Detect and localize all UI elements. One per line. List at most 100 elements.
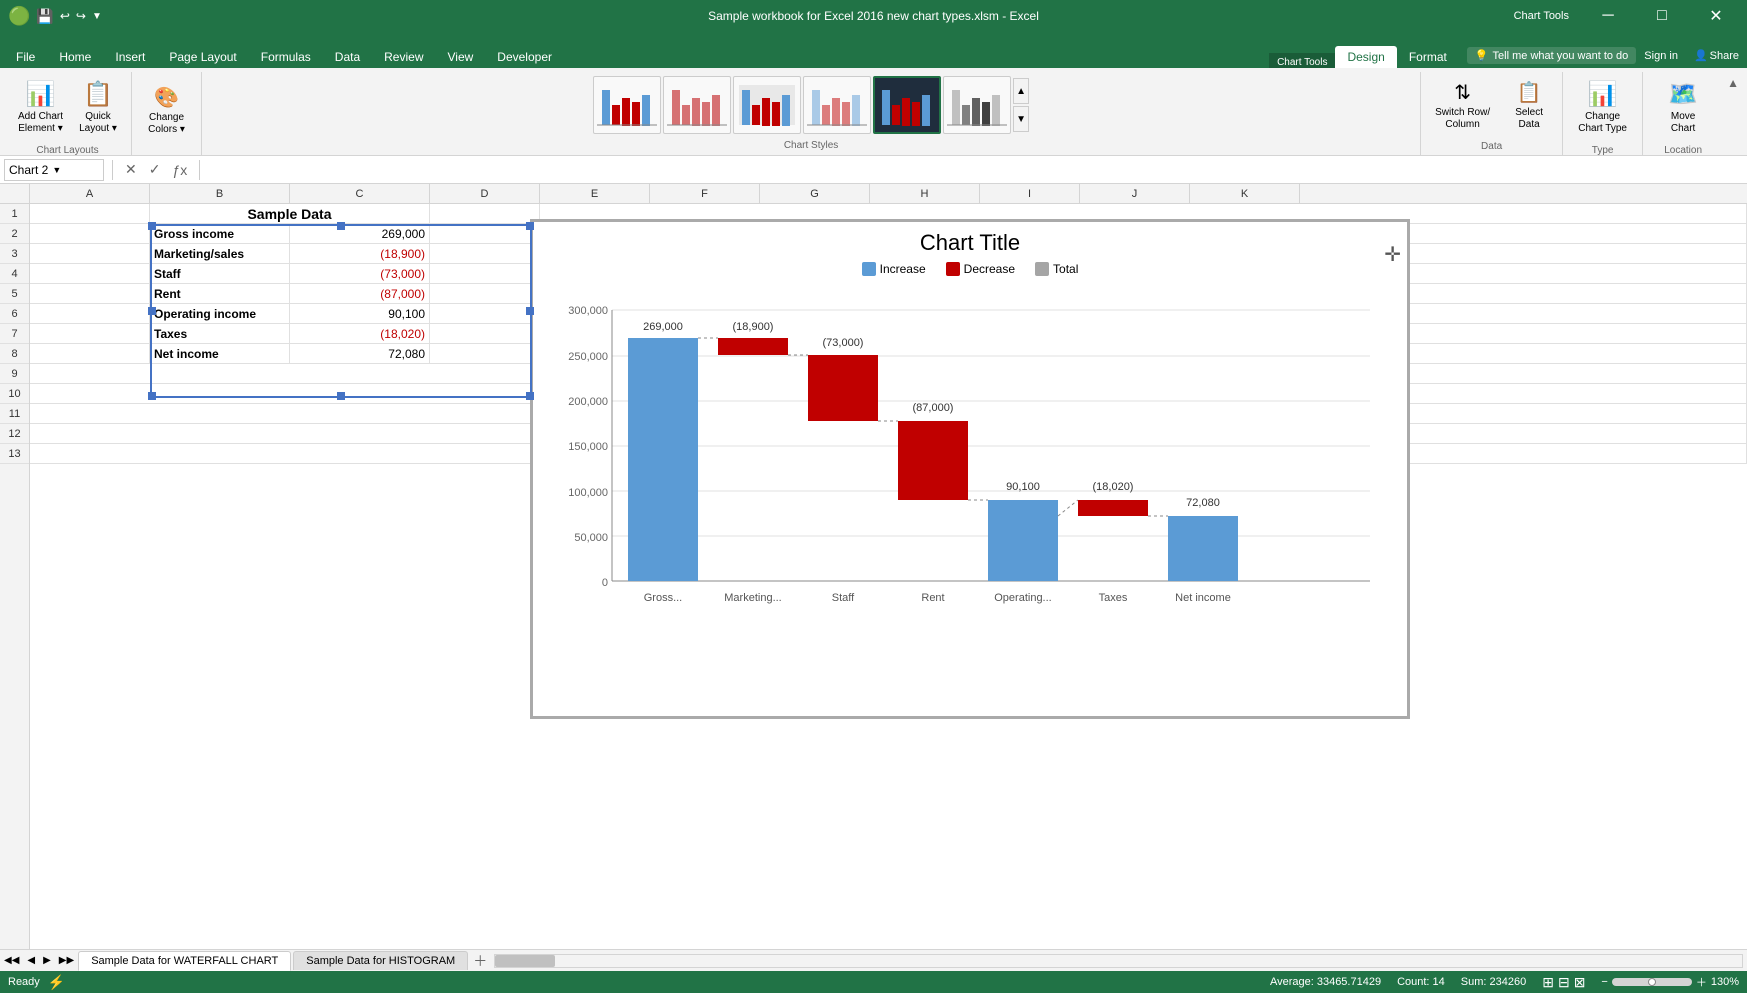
- col-header-f[interactable]: F: [650, 184, 760, 203]
- cancel-formula-icon[interactable]: ✕: [121, 161, 141, 178]
- tab-home[interactable]: Home: [47, 46, 103, 68]
- chart-style-1[interactable]: [593, 76, 661, 134]
- cell-a6[interactable]: [30, 304, 150, 323]
- page-break-view-btn[interactable]: ⊠: [1574, 974, 1586, 991]
- tell-me-box[interactable]: 💡 Tell me what you want to do: [1467, 47, 1636, 64]
- tab-nav-next[interactable]: ▶: [39, 955, 55, 966]
- chart-style-6[interactable]: [943, 76, 1011, 134]
- change-chart-type-button[interactable]: 📊 ChangeChart Type: [1572, 76, 1633, 139]
- scrollbar-thumb[interactable]: [495, 955, 555, 967]
- cell-c5[interactable]: (87,000): [290, 284, 430, 303]
- sheet-tab-histogram[interactable]: Sample Data for HISTOGRAM: [293, 951, 468, 970]
- cell-c8[interactable]: 72,080: [290, 344, 430, 363]
- tab-format[interactable]: Format: [1397, 46, 1459, 68]
- formula-input[interactable]: [208, 159, 1743, 181]
- zoom-slider[interactable]: [1612, 978, 1692, 986]
- cell-a1[interactable]: [30, 204, 150, 223]
- cell-b8[interactable]: Net income: [150, 344, 290, 363]
- bar-net-income[interactable]: [1168, 516, 1238, 581]
- col-header-h[interactable]: H: [870, 184, 980, 203]
- add-chart-element-button[interactable]: 📊 Add ChartElement ▾: [12, 76, 69, 139]
- bar-taxes[interactable]: [1078, 500, 1148, 516]
- cell-b4[interactable]: Staff: [150, 264, 290, 283]
- cell-b5[interactable]: Rent: [150, 284, 290, 303]
- horizontal-scrollbar[interactable]: [494, 954, 1743, 968]
- chart-style-2[interactable]: [663, 76, 731, 134]
- zoom-out-btn[interactable]: −: [1601, 976, 1607, 988]
- cell-a8[interactable]: [30, 344, 150, 363]
- cell-b3[interactable]: Marketing/sales: [150, 244, 290, 263]
- chart-style-3[interactable]: [733, 76, 801, 134]
- col-header-g[interactable]: G: [760, 184, 870, 203]
- tab-view[interactable]: View: [436, 46, 486, 68]
- chart-style-4[interactable]: [803, 76, 871, 134]
- col-header-j[interactable]: J: [1080, 184, 1190, 203]
- tab-file[interactable]: File: [4, 46, 47, 68]
- zoom-thumb[interactable]: [1648, 978, 1656, 986]
- chart-style-5[interactable]: [873, 76, 941, 134]
- cell-c2[interactable]: 269,000: [290, 224, 430, 243]
- cell-a4[interactable]: [30, 264, 150, 283]
- collapse-ribbon-btn[interactable]: ▲: [1723, 72, 1743, 94]
- col-header-b[interactable]: B: [150, 184, 290, 203]
- col-header-d[interactable]: D: [430, 184, 540, 203]
- insert-function-icon[interactable]: ƒx: [168, 162, 191, 178]
- chart-container[interactable]: Chart Title Increase Decrease Total: [530, 219, 1410, 719]
- tab-nav-left[interactable]: ◀◀: [0, 955, 23, 966]
- close-btn[interactable]: ✕: [1693, 0, 1739, 32]
- sign-in-btn[interactable]: Sign in: [1636, 48, 1686, 64]
- change-colors-button[interactable]: 🎨 ChangeColors ▾: [142, 81, 192, 140]
- share-btn[interactable]: 👤 Share: [1686, 47, 1747, 64]
- bar-rent[interactable]: [898, 421, 968, 500]
- tab-nav-right[interactable]: ▶▶: [55, 955, 78, 966]
- cell-c6[interactable]: 90,100: [290, 304, 430, 323]
- tab-developer[interactable]: Developer: [485, 46, 564, 68]
- cell-c7[interactable]: (18,020): [290, 324, 430, 343]
- chart-style-scroll-up[interactable]: ▲: [1013, 78, 1029, 104]
- tab-review[interactable]: Review: [372, 46, 435, 68]
- switch-row-column-button[interactable]: ⇅ Switch Row/Column: [1429, 76, 1496, 135]
- bar-marketing[interactable]: [718, 338, 788, 355]
- cell-b2[interactable]: Gross income: [150, 224, 290, 243]
- col-header-k[interactable]: K: [1190, 184, 1300, 203]
- tab-nav-prev[interactable]: ◀: [23, 955, 39, 966]
- cell-a5[interactable]: [30, 284, 150, 303]
- name-box[interactable]: Chart 2 ▼: [4, 159, 104, 181]
- cell-c4[interactable]: (73,000): [290, 264, 430, 283]
- quick-access-save[interactable]: 💾: [36, 8, 53, 25]
- col-header-a[interactable]: A: [30, 184, 150, 203]
- tab-insert[interactable]: Insert: [103, 46, 157, 68]
- quick-access-redo[interactable]: ↪: [76, 9, 86, 23]
- cell-a2[interactable]: [30, 224, 150, 243]
- minimize-btn[interactable]: ─: [1585, 0, 1631, 32]
- bar-staff[interactable]: [808, 355, 878, 421]
- col-header-c[interactable]: C: [290, 184, 430, 203]
- cell-b7[interactable]: Taxes: [150, 324, 290, 343]
- cell-b6[interactable]: Operating income: [150, 304, 290, 323]
- zoom-in-btn[interactable]: ＋: [1696, 974, 1707, 990]
- tab-page-layout[interactable]: Page Layout: [157, 46, 248, 68]
- bar-gross-income[interactable]: [628, 338, 698, 581]
- quick-layout-button[interactable]: 📋 QuickLayout ▾: [73, 76, 123, 139]
- cell-d1[interactable]: [430, 204, 540, 223]
- quick-access-undo[interactable]: ↩: [60, 9, 70, 23]
- cell-c3[interactable]: (18,900): [290, 244, 430, 263]
- bar-operating[interactable]: [988, 500, 1058, 581]
- tab-data[interactable]: Data: [323, 46, 372, 68]
- name-box-dropdown[interactable]: ▼: [52, 165, 61, 175]
- cell-b1[interactable]: Sample Data: [150, 204, 430, 223]
- confirm-formula-icon[interactable]: ✓: [145, 161, 165, 178]
- quick-access-dropdown[interactable]: ▼: [92, 11, 102, 22]
- page-layout-view-btn[interactable]: ⊟: [1558, 974, 1570, 991]
- select-data-button[interactable]: 📋 SelectData: [1504, 76, 1554, 135]
- tab-design[interactable]: Design: [1335, 46, 1396, 68]
- tab-formulas[interactable]: Formulas: [249, 46, 323, 68]
- move-chart-button[interactable]: 🗺️ MoveChart: [1658, 76, 1708, 139]
- col-header-e[interactable]: E: [540, 184, 650, 203]
- cell-a7[interactable]: [30, 324, 150, 343]
- chart-style-scroll-down[interactable]: ▼: [1013, 106, 1029, 132]
- normal-view-btn[interactable]: ⊞: [1542, 974, 1554, 991]
- chart-title[interactable]: Chart Title: [541, 230, 1399, 256]
- waterfall-chart-svg[interactable]: 300,000 250,000 200,000 150,000 100,000 …: [560, 286, 1380, 666]
- sheet-tab-waterfall[interactable]: Sample Data for WATERFALL CHART: [78, 951, 291, 971]
